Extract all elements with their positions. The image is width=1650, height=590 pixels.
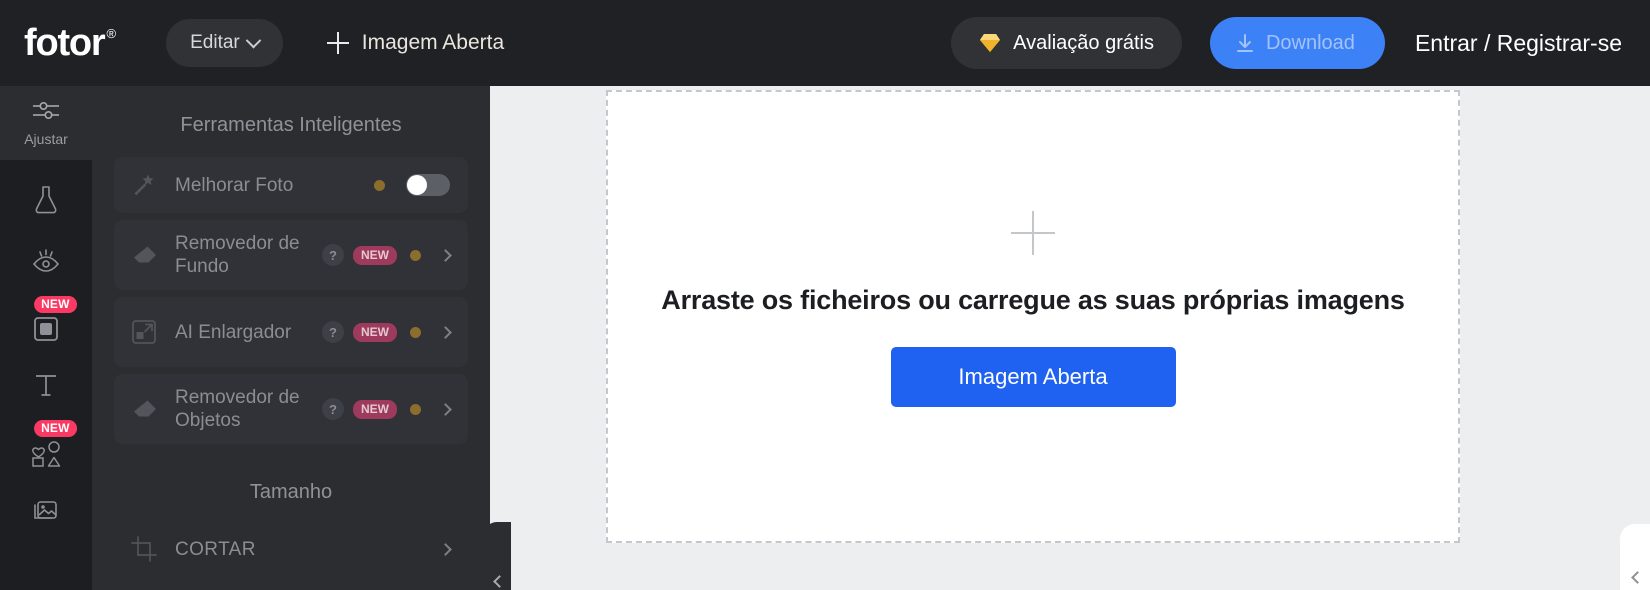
new-badge: NEW <box>353 245 397 265</box>
download-icon <box>1234 32 1256 54</box>
tool-label: Melhorar Foto <box>175 174 294 196</box>
chevron-left-icon <box>1631 570 1644 584</box>
help-icon[interactable]: ? <box>322 321 344 343</box>
smart-tools-title: Ferramentas Inteligentes <box>180 114 402 136</box>
fotor-logo[interactable]: fotor ® <box>24 24 116 62</box>
eraser-icon <box>131 397 161 421</box>
enlarge-icon <box>131 319 161 345</box>
sliders-icon <box>31 99 61 126</box>
edit-menu-label: Editar <box>190 32 240 53</box>
text-icon <box>33 371 59 404</box>
new-badge: NEW <box>353 322 397 342</box>
plus-icon <box>1011 211 1055 255</box>
tool-label: Removedor de Objetos <box>175 387 300 431</box>
magic-wand-icon <box>131 172 161 198</box>
diamond-icon <box>979 33 1001 53</box>
premium-dot-icon <box>374 179 385 191</box>
enhance-toggle[interactable] <box>406 174 450 196</box>
app-body: Ajustar NEW NEW Ferramentas Inteligentes… <box>0 86 1650 590</box>
premium-dot-icon <box>410 249 421 261</box>
fotor-editor-app: fotor ® Editar Imagem Aberta Avaliação g… <box>0 0 1650 590</box>
chevron-down-icon <box>245 32 262 48</box>
signin-register-link[interactable]: Entrar / Registrar-se <box>1415 30 1628 57</box>
registered-mark-icon: ® <box>106 26 117 41</box>
plus-icon <box>326 32 349 54</box>
premium-dot-icon <box>410 326 421 338</box>
panel-collapse-handle[interactable] <box>483 522 511 590</box>
open-image-button[interactable]: Imagem Aberta <box>890 347 1176 407</box>
toggle-knob <box>407 175 427 195</box>
tool-label: Removedor de Fundo <box>175 233 300 277</box>
open-image-header-button[interactable]: Imagem Aberta <box>326 31 505 55</box>
image-dropzone[interactable]: Arraste os ficheiros ou carregue as suas… <box>606 90 1460 543</box>
rail-item-effects[interactable] <box>0 170 92 232</box>
eraser-icon <box>131 243 161 267</box>
tools-panel: Ferramentas Inteligentes Melhorar Foto R… <box>92 86 490 590</box>
free-trial-label: Avaliação grátis <box>1013 31 1154 54</box>
tool-row-removedor-de-fundo[interactable]: Removedor de Fundo ? NEW <box>114 220 468 290</box>
new-badge: NEW <box>34 296 77 313</box>
size-section-title: Tamanho <box>249 481 333 503</box>
edit-menu-button[interactable]: Editar <box>166 19 283 67</box>
help-icon[interactable]: ? <box>322 398 344 420</box>
new-badge: NEW <box>353 399 397 419</box>
flask-icon <box>33 184 59 219</box>
tool-row-ai-enlargador[interactable]: AI Enlargador ? NEW <box>114 297 468 367</box>
free-trial-button[interactable]: Avaliação grátis <box>951 17 1182 69</box>
app-header: fotor ® Editar Imagem Aberta Avaliação g… <box>0 0 1650 86</box>
tool-row-removedor-de-objetos[interactable]: Removedor de Objetos ? NEW <box>114 374 468 444</box>
rail-item-frame[interactable]: NEW <box>0 294 92 356</box>
chevron-left-icon <box>492 574 506 588</box>
photos-stack-icon <box>31 495 61 528</box>
tool-rail: Ajustar NEW NEW <box>0 86 92 590</box>
rail-item-retouch[interactable] <box>0 232 92 294</box>
chevron-right-icon <box>439 325 452 339</box>
rail-item-shapes[interactable]: NEW <box>0 418 92 480</box>
rail-item-photos[interactable] <box>0 480 92 542</box>
tool-label: CORTAR <box>175 538 256 560</box>
download-button[interactable]: Download <box>1209 17 1385 69</box>
premium-dot-icon <box>410 403 421 415</box>
open-image-header-label: Imagem Aberta <box>361 31 505 54</box>
rail-item-label: Ajustar <box>24 131 68 147</box>
rail-item-text[interactable] <box>0 356 92 418</box>
download-label: Download <box>1265 31 1355 54</box>
right-panel-handle[interactable] <box>1620 524 1650 590</box>
tool-row-melhorar-foto[interactable]: Melhorar Foto <box>114 157 468 213</box>
rail-item-ajustar[interactable]: Ajustar <box>0 86 92 160</box>
eye-retouch-icon <box>31 248 61 279</box>
chevron-right-icon <box>439 248 452 262</box>
crop-icon <box>131 536 161 562</box>
new-badge: NEW <box>34 420 77 437</box>
dropzone-text: Arraste os ficheiros ou carregue as suas… <box>661 285 1405 315</box>
tool-label: AI Enlargador <box>175 321 292 343</box>
editor-canvas: Arraste os ficheiros ou carregue as suas… <box>490 86 1650 590</box>
tool-row-cortar[interactable]: CORTAR <box>114 526 468 572</box>
chevron-right-icon <box>439 402 452 416</box>
help-icon[interactable]: ? <box>322 244 344 266</box>
chevron-right-icon <box>439 542 452 556</box>
logo-text: fotor <box>24 22 106 64</box>
